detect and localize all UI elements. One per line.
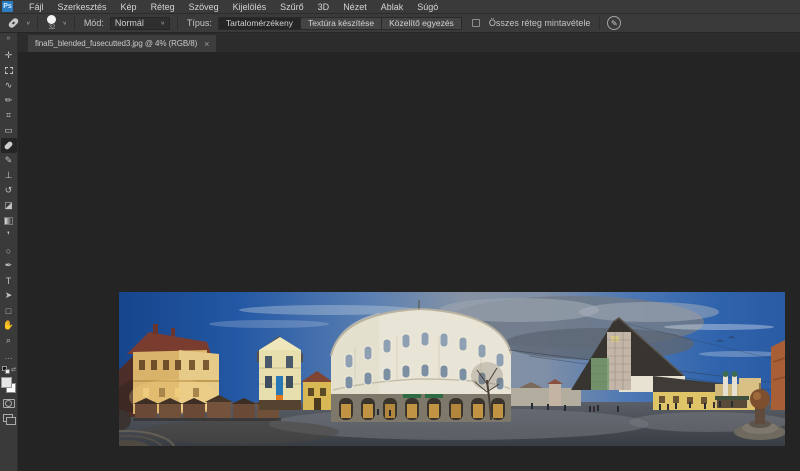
- tools-panel: » ✛ ∿ ✏ ⌗ ▭ ✎ ⊥ ↺ ◪ ❜ ○ ✒ T ➤ □ ✋ ⌕ ··· …: [0, 33, 18, 471]
- sample-all-layers-checkbox[interactable]: [472, 19, 480, 27]
- brush-icon: ✎: [5, 155, 13, 166]
- ruler-icon: ▭: [4, 125, 13, 136]
- marquee-tool[interactable]: [1, 63, 17, 78]
- eraser-icon: ◪: [4, 200, 13, 211]
- menu-image[interactable]: Kép: [114, 2, 144, 12]
- mode-select[interactable]: Normál ∨: [110, 17, 170, 30]
- shape-tool[interactable]: □: [1, 303, 17, 318]
- brush-size-value: 32: [49, 25, 56, 31]
- hand-tool[interactable]: ✋: [1, 318, 17, 333]
- brush-preset-picker[interactable]: 32: [47, 15, 56, 31]
- menu-help[interactable]: Súgó: [410, 2, 445, 12]
- lasso-tool[interactable]: ∿: [1, 78, 17, 93]
- type-segmented-control: Tartalomérzékeny Textúra készítése Közel…: [218, 17, 462, 30]
- quick-selection-icon: ✏: [5, 95, 13, 106]
- menu-3d[interactable]: 3D: [311, 2, 337, 12]
- panorama-image[interactable]: [119, 292, 785, 446]
- menu-select[interactable]: Kijelölés: [226, 2, 274, 12]
- color-swatches[interactable]: [1, 377, 17, 394]
- chevron-down-icon: ∨: [160, 20, 164, 26]
- options-separator: [74, 17, 75, 30]
- clone-stamp-icon: ⊥: [5, 170, 13, 181]
- type-label: Típus:: [187, 18, 212, 28]
- type-button-proximity-match[interactable]: Közelítő egyezés: [382, 18, 461, 29]
- panorama-graphic: [119, 292, 785, 446]
- screen-mode-button[interactable]: [3, 414, 15, 424]
- menu-layer[interactable]: Réteg: [144, 2, 182, 12]
- gradient-tool[interactable]: [1, 213, 17, 228]
- menu-edit[interactable]: Szerkesztés: [51, 2, 114, 12]
- quick-mask-button[interactable]: [3, 399, 15, 408]
- rectangle-shape-icon: □: [6, 306, 11, 316]
- document-tab[interactable]: final5_blended_fusecutted3.jpg @ 4% (RGB…: [28, 35, 216, 52]
- menu-filter[interactable]: Szűrő: [273, 2, 311, 12]
- history-brush-icon: ↺: [5, 185, 13, 196]
- menu-bar: Ps Fájl Szerkesztés Kép Réteg Szöveg Kij…: [0, 0, 800, 14]
- default-background-icon: [5, 369, 10, 374]
- move-tool[interactable]: ✛: [1, 48, 17, 63]
- options-separator: [177, 17, 178, 30]
- spot-healing-brush-tool[interactable]: [1, 138, 17, 153]
- chevron-down-icon[interactable]: ∨: [26, 20, 30, 26]
- quick-selection-tool[interactable]: ✏: [1, 93, 17, 108]
- hand-icon: ✋: [3, 320, 14, 331]
- document-tab-strip: final5_blended_fusecutted3.jpg @ 4% (RGB…: [18, 33, 800, 52]
- marquee-icon: [5, 67, 13, 74]
- path-selection-tool[interactable]: ➤: [1, 288, 17, 303]
- path-selection-icon: ➤: [5, 290, 13, 301]
- tablet-pressure-icon[interactable]: ✎: [607, 16, 621, 30]
- move-icon: ✛: [5, 50, 13, 61]
- tool-preset-spot-healing-icon[interactable]: [7, 17, 19, 29]
- menu-view[interactable]: Nézet: [336, 2, 374, 12]
- tool-options-bar: ∨ 32 ∨ Mód: Normál ∨ Típus: Tartalomérzé…: [0, 14, 800, 33]
- default-colors-control[interactable]: ⇄: [2, 366, 15, 375]
- clone-stamp-tool[interactable]: ⊥: [1, 168, 17, 183]
- lasso-icon: ∿: [5, 80, 13, 91]
- smudge-tool[interactable]: ❜: [1, 228, 17, 243]
- edit-toolbar-icon[interactable]: ···: [5, 354, 13, 363]
- smudge-icon: ❜: [7, 230, 10, 241]
- options-separator: [599, 17, 600, 30]
- close-icon[interactable]: ×: [204, 39, 209, 49]
- crop-tool[interactable]: ⌗: [1, 108, 17, 123]
- type-button-content-aware[interactable]: Tartalomérzékeny: [219, 18, 301, 29]
- dodge-icon: ○: [6, 246, 11, 256]
- mode-label: Mód:: [84, 18, 104, 28]
- gradient-icon: [4, 217, 13, 225]
- mode-selected-value: Normál: [115, 18, 144, 28]
- brush-tool[interactable]: ✎: [1, 153, 17, 168]
- photoshop-logo: Ps: [2, 1, 13, 12]
- document-tab-title: final5_blended_fusecutted3.jpg @ 4% (RGB…: [35, 39, 197, 48]
- menu-window[interactable]: Ablak: [374, 2, 411, 12]
- zoom-icon: ⌕: [6, 335, 11, 346]
- ruler-tool[interactable]: ▭: [1, 123, 17, 138]
- chevron-down-icon[interactable]: ∨: [62, 20, 66, 26]
- zoom-tool[interactable]: ⌕: [1, 333, 17, 348]
- type-button-create-texture[interactable]: Textúra készítése: [301, 18, 382, 29]
- dodge-tool[interactable]: ○: [1, 243, 17, 258]
- type-icon: T: [6, 276, 12, 286]
- foreground-color-swatch[interactable]: [1, 377, 12, 388]
- sample-all-layers-label: Összes réteg mintavétele: [489, 18, 591, 28]
- swap-colors-icon[interactable]: ⇄: [11, 366, 16, 373]
- menu-type[interactable]: Szöveg: [182, 2, 226, 12]
- options-separator: [37, 17, 38, 30]
- type-tool[interactable]: T: [1, 273, 17, 288]
- pen-icon: ✒: [5, 260, 13, 271]
- spot-healing-icon: [4, 141, 14, 151]
- history-brush-tool[interactable]: ↺: [1, 183, 17, 198]
- pen-tool[interactable]: ✒: [1, 258, 17, 273]
- brush-tip-icon: [47, 15, 56, 24]
- menu-file[interactable]: Fájl: [22, 2, 51, 12]
- eraser-tool[interactable]: ◪: [1, 198, 17, 213]
- collapse-toolbar-icon[interactable]: »: [7, 35, 11, 42]
- canvas-area[interactable]: [18, 52, 800, 471]
- crop-icon: ⌗: [6, 110, 11, 121]
